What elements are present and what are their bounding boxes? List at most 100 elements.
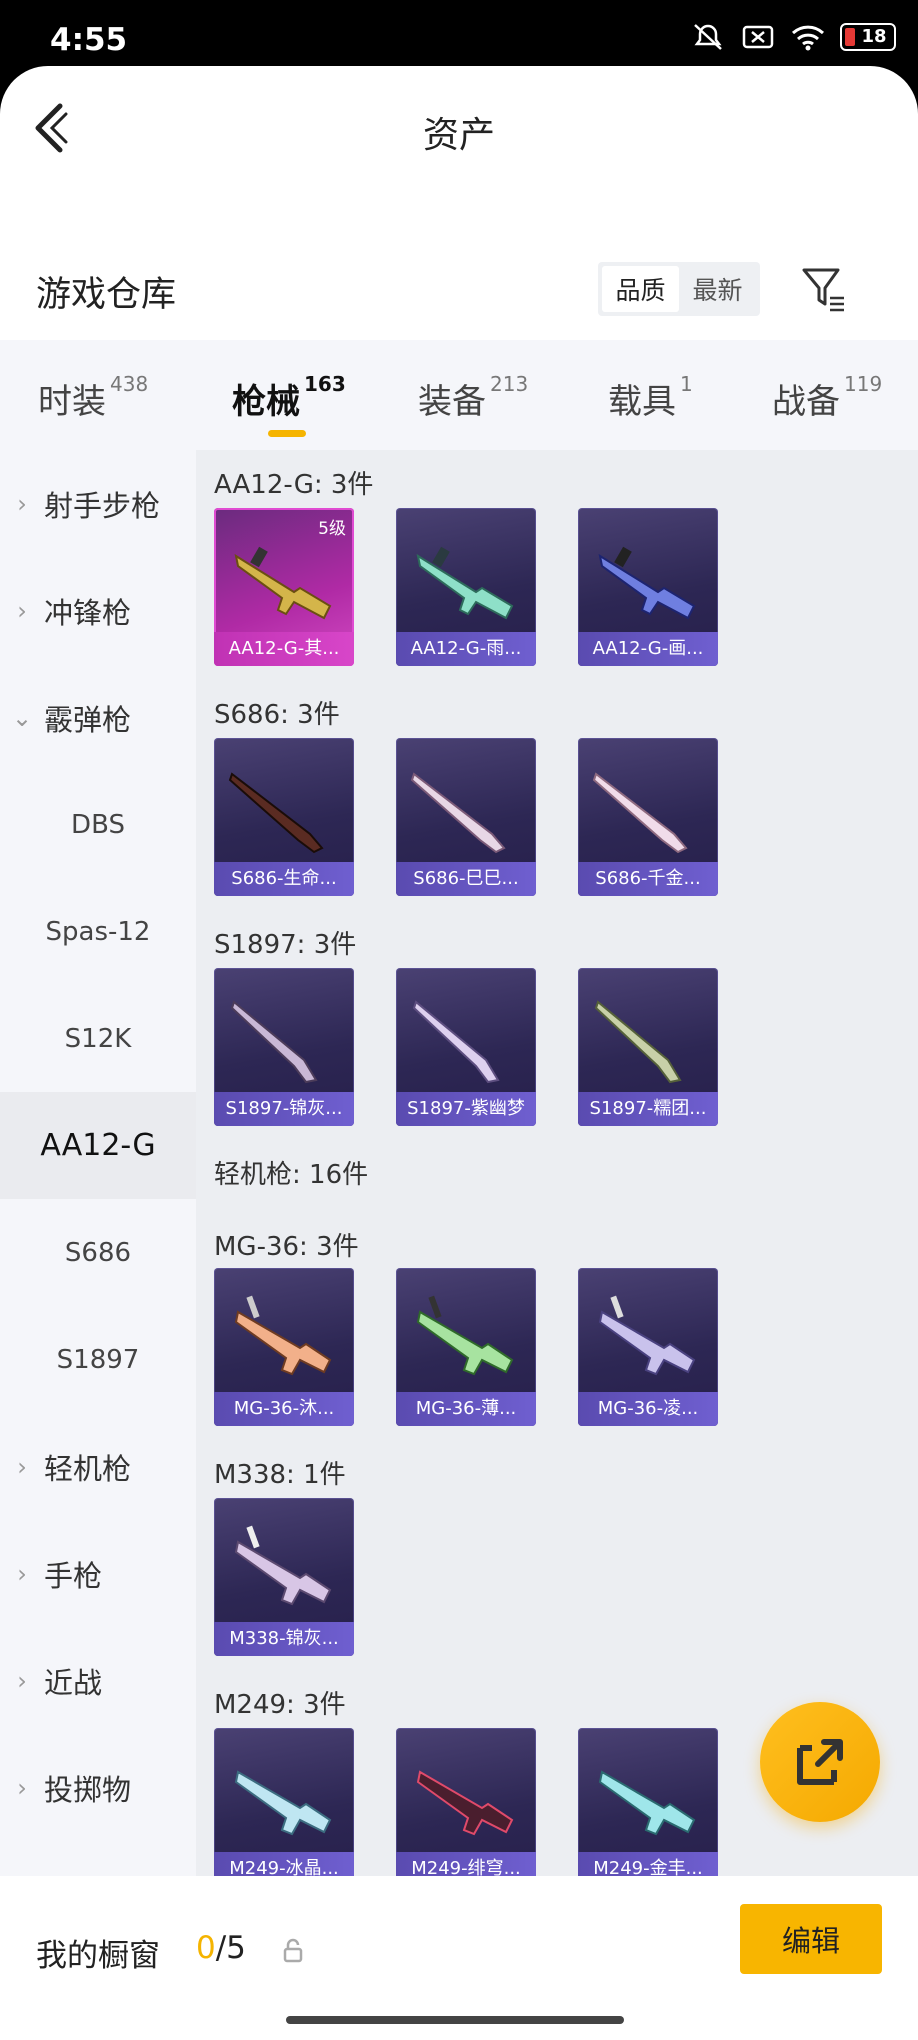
weapon-card[interactable]: AA12-G-雨... (396, 508, 536, 666)
tab-count: 163 (304, 372, 346, 396)
machine-gun-icon (234, 1770, 332, 1836)
sidebar-item-pistol[interactable]: › 手枪 (0, 1520, 196, 1627)
weapon-card[interactable]: S686-巳巳... (396, 738, 536, 896)
tab-equipment[interactable]: 装备 213 (418, 372, 529, 423)
tab-firearms[interactable]: 枪械 163 (232, 372, 346, 423)
tab-vehicles[interactable]: 载具 1 (608, 372, 693, 423)
sidebar-subitem-s1897[interactable]: S1897 (0, 1306, 196, 1413)
sidebar-item-label: AA12-G (40, 1128, 156, 1163)
battery-level: 18 (861, 26, 887, 47)
chevron-right-icon: › (17, 1773, 27, 1802)
weapon-name: S686-千金... (578, 862, 718, 896)
chevron-right-icon: › (17, 1559, 27, 1588)
sidebar-subitem-dbs[interactable]: DBS (0, 771, 196, 878)
active-tab-indicator (268, 430, 306, 437)
weapon-name: MG-36-沐... (214, 1392, 354, 1426)
sort-newest-button[interactable]: 最新 (679, 266, 756, 312)
weapon-name: S1897-锦灰... (214, 1092, 354, 1126)
weapon-card[interactable]: S1897-糯团... (578, 968, 718, 1126)
weapon-name: AA12-G-画... (578, 632, 718, 666)
weapon-name: S1897-紫幽梦 (396, 1092, 536, 1126)
sidebar-item-label: 冲锋枪 (44, 595, 132, 630)
group-header: 轻机枪: 16件 (214, 1160, 369, 1190)
chevron-right-icon: › (17, 1452, 27, 1481)
showcase-count: 0/5 (196, 1930, 246, 1966)
tab-label: 装备 (418, 382, 486, 422)
chevron-right-icon: › (17, 489, 27, 518)
sidebar-item-marksman-rifle[interactable]: › 射手步枪 (0, 450, 196, 557)
weapon-name: AA12-G-雨... (396, 632, 536, 666)
weapon-card[interactable]: S686-千金... (578, 738, 718, 896)
machine-gun-icon (598, 1295, 696, 1376)
double-barrel-shotgun-icon (592, 772, 688, 854)
weapon-name: AA12-G-其... (214, 632, 354, 666)
weapon-card[interactable]: M249-金丰... (578, 1728, 718, 1886)
header: 资产 (0, 66, 918, 196)
sidebar-item-smg[interactable]: › 冲锋枪 (0, 557, 196, 664)
machine-gun-icon (598, 1770, 696, 1836)
sim-x-icon (742, 25, 774, 49)
sidebar-item-label: 射手步枪 (44, 488, 161, 523)
sidebar-subitem-aa12g[interactable]: AA12-G (0, 1092, 196, 1199)
tab-count: 213 (490, 372, 529, 396)
machine-gun-icon (416, 1770, 514, 1836)
weapon-card[interactable]: S686-生命... (214, 738, 354, 896)
tab-count: 119 (844, 372, 883, 396)
weapon-card[interactable]: M249-冰晶... (214, 1728, 354, 1886)
sidebar-item-throwable[interactable]: › 投掷物 (0, 1734, 196, 1841)
filter-icon[interactable] (800, 264, 848, 314)
weapon-name: MG-36-薄... (396, 1392, 536, 1426)
weapon-card[interactable]: MG-36-薄... (396, 1268, 536, 1426)
sidebar-item-label: 近战 (44, 1665, 103, 1700)
weapon-name: S1897-糯团... (578, 1092, 718, 1126)
showcase-total: /5 (215, 1930, 246, 1966)
weapon-name: S686-生命... (214, 862, 354, 896)
sidebar-subitem-spas12[interactable]: Spas-12 (0, 878, 196, 985)
weapon-card[interactable]: AA12-G-画... (578, 508, 718, 666)
sidebar-item-label: S686 (64, 1237, 132, 1268)
app-screen: 资产 游戏仓库 品质 最新 时装 438 枪械 163 装备 213 载具 1 战备 11… (0, 66, 918, 2040)
sidebar-subitem-s12k[interactable]: S12K (0, 985, 196, 1092)
sidebar-item-label: Spas-12 (45, 916, 151, 947)
sidebar-item-melee[interactable]: › 近战 (0, 1627, 196, 1734)
weapon-card[interactable]: M338-锦灰... (214, 1498, 354, 1656)
group-header: M249: 3件 (214, 1690, 346, 1720)
weapon-card[interactable]: MG-36-沐... (214, 1268, 354, 1426)
tab-supplies[interactable]: 战备 119 (772, 372, 883, 423)
weapon-name: MG-36-凌... (578, 1392, 718, 1426)
sort-quality-button[interactable]: 品质 (602, 266, 679, 312)
edit-button[interactable]: 编辑 (740, 1904, 882, 1974)
shotgun-icon (416, 546, 514, 620)
group-header: S1897: 3件 (214, 930, 357, 960)
weapon-card[interactable]: S1897-紫幽梦 (396, 968, 536, 1126)
weapon-name: S686-巳巳... (396, 862, 536, 896)
tab-label: 战备 (772, 382, 840, 422)
machine-gun-icon (234, 1295, 332, 1376)
weapon-card[interactable]: M249-绯穹... (396, 1728, 536, 1886)
share-fab-button[interactable] (760, 1702, 880, 1822)
showcase-used: 0 (196, 1930, 216, 1966)
weapon-card[interactable]: 5级 AA12-G-其... (214, 508, 354, 666)
chevron-right-icon: › (17, 596, 27, 625)
status-icons: 18 (690, 22, 896, 52)
shotgun-icon (234, 546, 332, 620)
pump-shotgun-icon (230, 1000, 318, 1084)
home-indicator[interactable] (286, 2016, 624, 2024)
weapon-name: M338-锦灰... (214, 1622, 354, 1656)
sidebar-item-lmg[interactable]: › 轻机枪 (0, 1413, 196, 1520)
weapon-card[interactable]: MG-36-凌... (578, 1268, 718, 1426)
machine-gun-icon (416, 1295, 514, 1376)
sidebar-item-label: S1897 (56, 1344, 140, 1375)
machine-gun-icon (234, 1525, 332, 1606)
showcase-label: 我的橱窗 (36, 1938, 160, 1974)
sidebar-item-label: 手枪 (44, 1558, 103, 1593)
group-header: AA12-G: 3件 (214, 470, 374, 500)
page-title: 资产 (422, 115, 495, 156)
sidebar-subitem-s686[interactable]: S686 (0, 1199, 196, 1306)
wifi-icon (791, 25, 825, 51)
sidebar-item-shotgun[interactable]: ⌄ 霰弹枪 (0, 664, 196, 771)
weapon-card[interactable]: S1897-锦灰... (214, 968, 354, 1126)
tab-fashion[interactable]: 时装 438 (38, 372, 148, 423)
chevron-down-icon: ⌄ (11, 703, 33, 732)
tab-label: 时装 (38, 382, 106, 422)
